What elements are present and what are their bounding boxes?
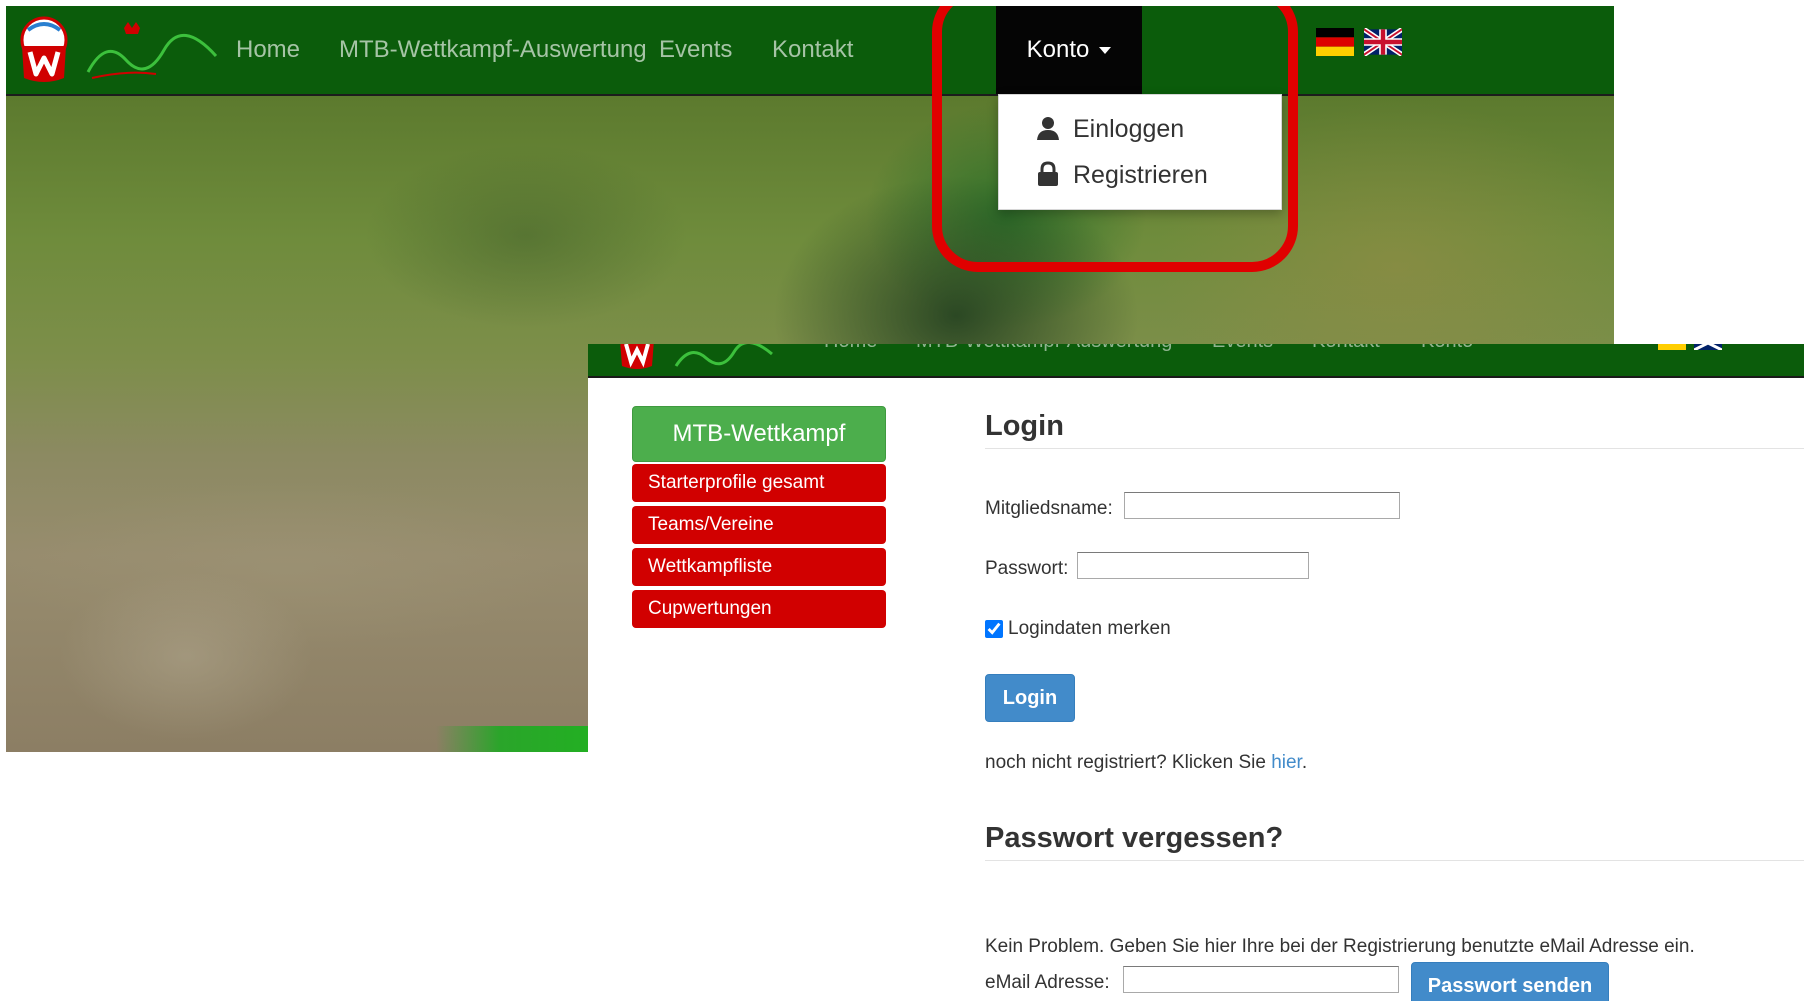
login-heading: Login bbox=[985, 410, 1064, 442]
german-flag-icon[interactable] bbox=[1658, 344, 1686, 350]
naturfreunde-brand-logo-icon[interactable] bbox=[674, 344, 774, 370]
nav-mtb-wettkampf-auswertung[interactable]: MTB-Wettkampf-Auswertung bbox=[916, 344, 1172, 353]
register-hint: noch nicht registriert? Klicken Sie hier… bbox=[985, 752, 1307, 774]
password-label: Passwort: bbox=[985, 558, 1069, 579]
bottom-screenshot: Home MTB-Wettkampf-Auswertung Events Kon… bbox=[588, 344, 1804, 1001]
bottom-navbar: Home MTB-Wettkampf-Auswertung Events Kon… bbox=[588, 344, 1804, 378]
forgot-divider bbox=[985, 860, 1804, 861]
member-name-input[interactable] bbox=[1124, 492, 1400, 519]
nav-kontakt[interactable]: Kontakt bbox=[1312, 344, 1380, 353]
naturfreunde-brand-logo-icon[interactable] bbox=[86, 20, 221, 84]
email-label: eMail Adresse: bbox=[985, 972, 1110, 993]
sidebar-item-cupwertungen[interactable]: Cupwertungen bbox=[632, 590, 886, 628]
nav-events[interactable]: Events bbox=[1212, 344, 1273, 353]
uk-flag-icon[interactable] bbox=[1364, 28, 1402, 56]
nav-home[interactable]: Home bbox=[236, 6, 300, 94]
member-name-label: Mitgliedsname: bbox=[985, 498, 1113, 519]
sidebar-header-mtb-wettkampf[interactable]: MTB-Wettkampf bbox=[632, 406, 886, 462]
top-navbar: Home MTB-Wettkampf-Auswertung Events Kon… bbox=[6, 6, 1614, 96]
annotation-highlight-box bbox=[932, 6, 1298, 272]
login-button[interactable]: Login bbox=[985, 674, 1075, 722]
forgot-password-heading: Passwort vergessen? bbox=[985, 822, 1284, 854]
uk-flag-icon[interactable] bbox=[1694, 344, 1722, 350]
login-divider bbox=[985, 448, 1804, 449]
nav-events[interactable]: Events bbox=[659, 6, 732, 94]
register-hint-text: noch nicht registriert? Klicken Sie bbox=[985, 752, 1272, 773]
sidebar-item-wettkampfliste[interactable]: Wettkampfliste bbox=[632, 548, 886, 586]
forgot-password-info: Kein Problem. Geben Sie hier Ihre bei de… bbox=[985, 936, 1695, 957]
naturfreunde-w-logo-icon[interactable] bbox=[18, 16, 70, 84]
password-input[interactable] bbox=[1077, 552, 1309, 579]
sidebar-item-starterprofile[interactable]: Starterprofile gesamt bbox=[632, 464, 886, 502]
sidebar-item-teams-vereine[interactable]: Teams/Vereine bbox=[632, 506, 886, 544]
remember-login-checkbox[interactable] bbox=[985, 620, 1003, 638]
send-password-button[interactable]: Passwort senden bbox=[1411, 962, 1609, 1001]
email-input[interactable] bbox=[1123, 966, 1399, 993]
german-flag-icon[interactable] bbox=[1316, 28, 1354, 56]
nav-konto[interactable]: Konto bbox=[1421, 344, 1473, 353]
hero-grass-strip bbox=[436, 726, 596, 752]
naturfreunde-w-logo-icon[interactable] bbox=[618, 344, 656, 370]
nav-kontakt[interactable]: Kontakt bbox=[772, 6, 853, 94]
register-link[interactable]: hier bbox=[1271, 752, 1302, 773]
nav-home[interactable]: Home bbox=[824, 344, 877, 353]
register-hint-suffix: . bbox=[1301, 752, 1308, 773]
remember-login-label: Logindaten merken bbox=[1008, 618, 1171, 639]
nav-mtb-wettkampf-auswertung[interactable]: MTB-Wettkampf-Auswertung bbox=[339, 6, 647, 94]
